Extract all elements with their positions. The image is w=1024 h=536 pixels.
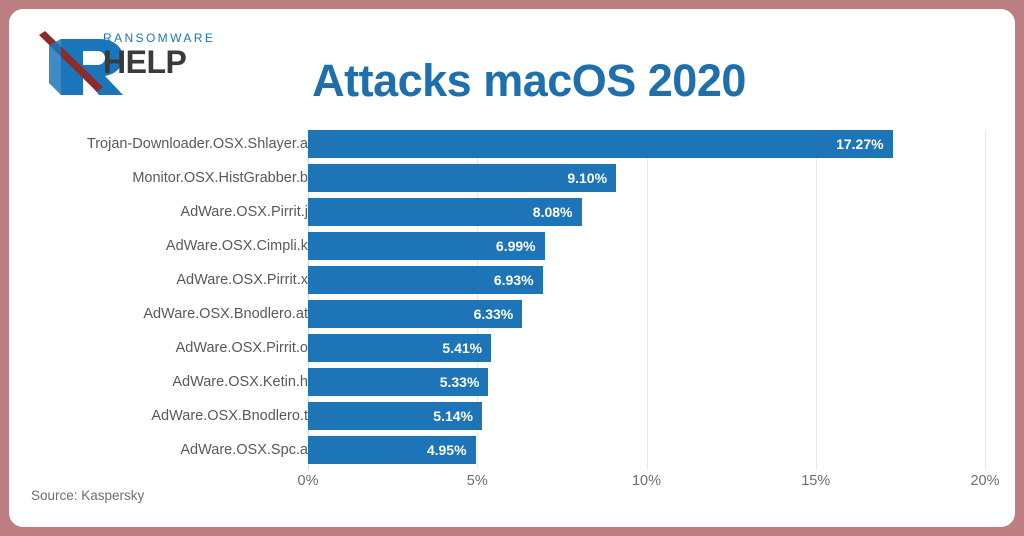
chart-bar[interactable]: 5.14%: [308, 402, 482, 430]
chart-row: AdWare.OSX.Spc.a 4.95%: [9, 436, 1015, 470]
chart-card: RANSOMWARE HELP Attacks macOS 2020 Troja…: [9, 9, 1015, 527]
category-label: AdWare.OSX.Spc.a: [180, 442, 308, 458]
bar-value-label: 9.10%: [567, 170, 608, 186]
chart-row: AdWare.OSX.Bnodlero.at 6.33%: [9, 300, 1015, 334]
bar-value-label: 6.99%: [495, 238, 536, 254]
category-label: AdWare.OSX.Pirrit.o: [175, 340, 308, 356]
chart-bar[interactable]: 6.93%: [308, 266, 543, 294]
chart-bar[interactable]: 5.41%: [308, 334, 492, 362]
chart-bar[interactable]: 8.08%: [308, 198, 582, 226]
chart-bar[interactable]: 9.10%: [308, 164, 617, 192]
logo-wordmark-help: HELP: [103, 44, 187, 80]
bar-value-label: 17.27%: [836, 136, 884, 152]
x-tick-0%: 0%: [297, 473, 319, 489]
logo-wedge: [49, 39, 61, 95]
x-tick-15%: 15%: [801, 473, 831, 489]
category-label: AdWare.OSX.Bnodlero.at: [143, 306, 308, 322]
chart-row: Monitor.OSX.HistGrabber.b 9.10%: [9, 164, 1015, 198]
chart-bar[interactable]: 6.99%: [308, 232, 545, 260]
chart-frame-border: RANSOMWARE HELP Attacks macOS 2020 Troja…: [0, 0, 1024, 536]
bar-value-label: 6.93%: [493, 272, 534, 288]
category-label: AdWare.OSX.Pirrit.x: [176, 272, 308, 288]
chart-bar[interactable]: 17.27%: [308, 130, 893, 158]
bar-value-label: 5.41%: [442, 340, 483, 356]
chart-row: AdWare.OSX.Pirrit.j 8.08%: [9, 198, 1015, 232]
chart-row: AdWare.OSX.Cimpli.k 6.99%: [9, 232, 1015, 266]
chart-bar[interactable]: 6.33%: [308, 300, 523, 328]
category-label: AdWare.OSX.Cimpli.k: [165, 238, 308, 254]
chart-bar[interactable]: 4.95%: [308, 436, 476, 464]
bar-value-label: 8.08%: [532, 204, 573, 220]
bar-value-label: 5.33%: [439, 374, 480, 390]
bar-value-label: 4.95%: [426, 442, 467, 458]
source-note: Source: Kaspersky: [31, 488, 145, 503]
category-label: AdWare.OSX.Pirrit.j: [180, 204, 308, 220]
chart-row: AdWare.OSX.Pirrit.o 5.41%: [9, 334, 1015, 368]
category-label: AdWare.OSX.Ketin.h: [172, 374, 308, 390]
bar-value-label: 6.33%: [473, 306, 514, 322]
chart-row: AdWare.OSX.Bnodlero.t 5.14%: [9, 402, 1015, 436]
chart-row: AdWare.OSX.Ketin.h 5.33%: [9, 368, 1015, 402]
ransomware-help-logo: RANSOMWARE HELP: [31, 25, 221, 105]
x-tick-10%: 10%: [631, 473, 662, 489]
x-tick-5%: 5%: [466, 473, 488, 489]
chart-bar[interactable]: 5.33%: [308, 368, 489, 396]
bar-chart: Trojan-Downloader.OSX.Shlayer.a 17.27% Mon…: [9, 121, 1015, 489]
chart-row: Trojan-Downloader.OSX.Shlayer.a 17.27%: [9, 130, 1015, 164]
category-label: Trojan-Downloader.OSX.Shlayer.a: [86, 136, 308, 152]
chart-bar-rows: Trojan-Downloader.OSX.Shlayer.a 17.27% Mon…: [9, 130, 1015, 470]
logo-r-counter: [83, 51, 105, 65]
x-tick-20%: 20%: [970, 473, 1000, 489]
bar-value-label: 5.14%: [433, 408, 473, 424]
category-label: AdWare.OSX.Bnodlero.t: [151, 408, 308, 424]
page-title: Attacks macOS 2020: [312, 55, 746, 106]
category-label: Monitor.OSX.HistGrabber.b: [132, 170, 308, 186]
x-axis-tick-labels: 0% 5% 10% 15% 20%: [9, 473, 1015, 497]
chart-row: AdWare.OSX.Pirrit.x 6.93%: [9, 266, 1015, 300]
logo-wordmark-ransomware: RANSOMWARE: [103, 31, 216, 45]
